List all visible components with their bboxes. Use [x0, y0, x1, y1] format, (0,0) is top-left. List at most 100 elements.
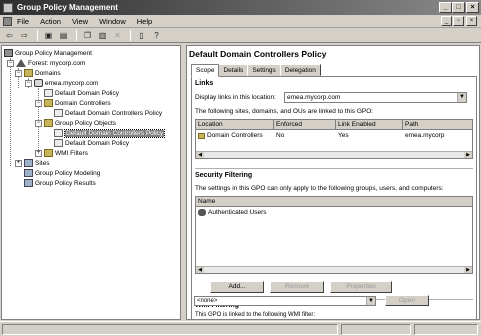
add-button[interactable]: Add... [210, 281, 264, 293]
results-icon [24, 179, 33, 187]
help-icon[interactable]: ? [150, 29, 163, 41]
child-restore-button[interactable]: ▫ [453, 16, 464, 26]
menu-file[interactable]: File [17, 17, 29, 26]
copy-icon[interactable]: ❐ [81, 29, 94, 41]
collapse-icon[interactable]: − [7, 59, 14, 67]
tree-default-domain-policy-link[interactable]: Default Domain Policy [44, 88, 119, 98]
forward-icon[interactable]: ⇨ [18, 29, 31, 41]
tree-sites[interactable]: + Sites [15, 158, 49, 168]
details-pane: Default Domain Controllers Policy Scope … [186, 45, 480, 320]
tree-domain[interactable]: − emea.mycorp.com [25, 78, 98, 88]
sites-icon [24, 159, 33, 167]
wmi-filtering-text: This GPO is linked to the following WMI … [195, 312, 316, 318]
linked-sites-text: The following sites, domains, and OUs ar… [195, 108, 374, 115]
chevron-down-icon[interactable]: ▼ [366, 297, 375, 305]
console-tree: Group Policy Management − Forest: mycorp… [1, 45, 181, 320]
authenticated-users-label: Authenticated Users [208, 209, 267, 216]
tab-scope[interactable]: Scope [191, 64, 220, 77]
minimize-button[interactable]: _ [439, 2, 452, 13]
tree-results[interactable]: Group Policy Results [24, 178, 96, 188]
tree-domain-controllers[interactable]: − Domain Controllers [35, 98, 111, 108]
tab-delegation[interactable]: Delegation [279, 64, 321, 76]
tree-dc-policy-link[interactable]: Default Domain Controllers Policy [54, 108, 162, 118]
chevron-down-icon[interactable]: ▼ [457, 93, 466, 102]
status-pane-main [2, 324, 338, 335]
remove-button[interactable]: Remove [270, 281, 324, 293]
expand-icon[interactable]: + [15, 159, 22, 167]
row-link-enabled: Yes [338, 132, 349, 139]
collapse-icon[interactable]: − [35, 99, 42, 107]
up-folder-icon[interactable]: ▣ [42, 29, 55, 41]
location-dropdown[interactable]: emea.mycorp.com ▼ [284, 92, 467, 103]
status-bar [0, 321, 481, 336]
wmi-filter-dropdown[interactable]: <none> ▼ [194, 296, 376, 306]
collapse-icon[interactable]: − [35, 119, 42, 127]
collapse-icon[interactable]: − [15, 69, 22, 77]
menu-bar: File Action View Window Help [0, 15, 481, 28]
folder-icon [44, 119, 53, 127]
column-enforced[interactable]: Enforced [274, 120, 336, 130]
scroll-right-icon[interactable]: ▶ [464, 152, 472, 158]
users-icon [198, 209, 206, 216]
tree-gpo-dc-policy[interactable]: Default Domain Controllers Policy [54, 128, 166, 138]
tree-root[interactable]: Group Policy Management [4, 48, 92, 58]
properties-button[interactable]: Properties [330, 281, 392, 293]
delete-icon[interactable]: ✕ [111, 29, 124, 41]
folder-icon [24, 69, 33, 77]
column-name[interactable]: Name [196, 197, 472, 207]
paste-icon[interactable]: ▥ [96, 29, 109, 41]
scope-tab-body: Links Display links in this location: em… [191, 76, 477, 320]
child-minimize-button[interactable]: _ [441, 16, 452, 26]
tree-gpo-folder[interactable]: − Group Policy Objects [35, 118, 116, 128]
row-location: Domain Controllers [207, 132, 263, 139]
menu-view[interactable]: View [72, 17, 88, 26]
column-link-enabled[interactable]: Link Enabled [336, 120, 403, 130]
tree-wmi-filters[interactable]: + WMI Filters [35, 148, 88, 158]
scroll-left-icon[interactable]: ◀ [196, 152, 204, 158]
open-button[interactable]: Open [385, 295, 429, 306]
row-path: emea.mycorp [405, 132, 445, 139]
scroll-right-icon[interactable]: ▶ [464, 267, 472, 273]
tree-forest[interactable]: − Forest: mycorp.com [7, 58, 85, 68]
security-filtering-heading: Security Filtering [195, 172, 253, 179]
close-button[interactable]: × [466, 2, 479, 13]
back-icon[interactable]: ⇦ [3, 29, 16, 41]
forest-icon [16, 59, 26, 67]
ou-icon [44, 99, 53, 107]
collapse-icon[interactable]: − [25, 79, 32, 87]
gpo-icon [54, 139, 63, 147]
horizontal-scrollbar[interactable]: ◀ ▶ [196, 266, 472, 273]
console-icon [4, 49, 13, 57]
tab-details[interactable]: Details [218, 64, 249, 76]
security-list[interactable]: Name Authenticated Users ◀ ▶ [195, 196, 473, 274]
list-item[interactable]: Authenticated Users [198, 209, 267, 216]
column-path[interactable]: Path [403, 120, 472, 130]
tree-gpo-domain-policy[interactable]: Default Domain Policy [54, 138, 129, 148]
ou-icon [198, 132, 205, 139]
tree-modeling[interactable]: Group Policy Modeling [24, 168, 100, 178]
tab-settings[interactable]: Settings [247, 64, 281, 76]
modeling-icon [24, 169, 33, 177]
horizontal-scrollbar[interactable]: ◀ ▶ [196, 151, 472, 158]
column-location[interactable]: Location [196, 120, 274, 130]
properties-icon[interactable]: ▯ [135, 29, 148, 41]
child-close-button[interactable]: × [466, 16, 477, 26]
gpmc-window: Group Policy Management _ □ × File Actio… [0, 0, 481, 336]
window-title: Group Policy Management [17, 3, 118, 12]
gpo-icon [54, 129, 63, 137]
menu-help[interactable]: Help [137, 17, 152, 26]
show-hide-tree-icon[interactable]: ▤ [57, 29, 70, 41]
document-icon[interactable] [3, 16, 12, 26]
display-links-label: Display links in this location: [195, 94, 276, 101]
expand-icon[interactable]: + [35, 149, 42, 157]
links-list[interactable]: Location Enforced Link Enabled Path Doma… [195, 119, 473, 159]
tab-strip: Scope Details Settings Delegation [191, 64, 321, 77]
security-filtering-text: The settings in this GPO can only apply … [195, 185, 444, 192]
status-pane-2 [341, 324, 411, 335]
scroll-left-icon[interactable]: ◀ [196, 267, 204, 273]
app-icon [3, 2, 13, 13]
tree-domains[interactable]: − Domains [15, 68, 61, 78]
menu-action[interactable]: Action [40, 17, 61, 26]
menu-window[interactable]: Window [99, 17, 126, 26]
maximize-button[interactable]: □ [452, 2, 465, 13]
